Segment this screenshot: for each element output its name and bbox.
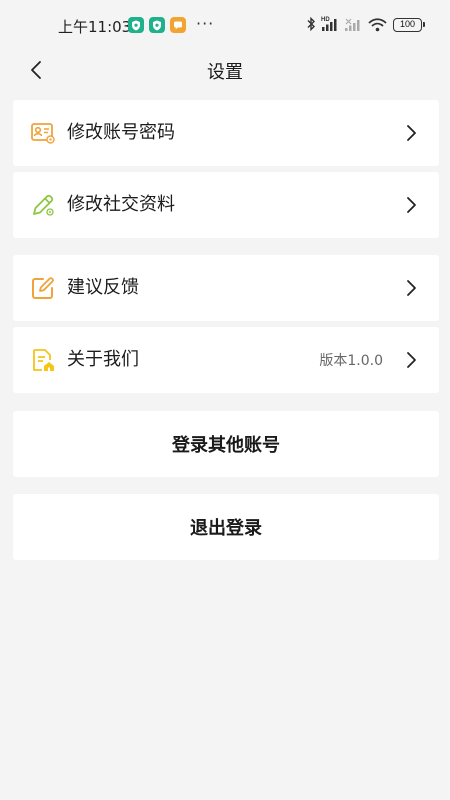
settings-item-about[interactable]: 关于我们 版本1.0.0 — [13, 327, 439, 393]
status-time: 上午11:03 — [58, 18, 132, 36]
status-bar: 上午11:03 ··· HD 100 — [0, 0, 450, 48]
chevron-right-icon — [407, 280, 416, 296]
shield-app-icon — [128, 17, 144, 33]
bluetooth-icon — [306, 16, 316, 36]
settings-group-account: 修改账号密码 — [13, 100, 439, 166]
settings-item-feedback[interactable]: 建议反馈 — [13, 255, 439, 321]
settings-item-change-password[interactable]: 修改账号密码 — [13, 100, 439, 166]
wifi-icon — [368, 17, 387, 36]
battery-indicator: 100 — [393, 18, 425, 32]
switch-account-button[interactable]: 登录其他账号 — [13, 411, 439, 477]
more-notifications-icon: ··· — [196, 14, 215, 33]
settings-item-label: 修改社交资料 — [67, 194, 175, 215]
shield-app-icon — [149, 17, 165, 33]
chevron-right-icon — [407, 352, 416, 368]
settings-group-feedback: 建议反馈 — [13, 255, 439, 321]
settings-group-social: 修改社交资料 — [13, 172, 439, 238]
svg-text:HD: HD — [321, 17, 330, 23]
document-home-icon — [33, 349, 54, 371]
id-card-icon — [31, 123, 55, 144]
message-app-icon — [170, 17, 186, 33]
settings-item-label: 修改账号密码 — [67, 122, 175, 143]
header: 设置 — [0, 48, 450, 92]
logout-button[interactable]: 退出登录 — [13, 494, 439, 560]
chevron-right-icon — [407, 197, 416, 213]
settings-item-edit-profile[interactable]: 修改社交资料 — [13, 172, 439, 238]
version-text: 版本1.0.0 — [319, 353, 383, 369]
signal-weak-icon — [344, 16, 362, 36]
page-title: 设置 — [207, 62, 243, 83]
signal-hd-icon: HD — [321, 15, 341, 36]
edit-note-icon — [32, 277, 54, 299]
settings-item-label: 关于我们 — [67, 349, 139, 370]
chevron-right-icon — [407, 125, 416, 141]
settings-group-about: 关于我们 版本1.0.0 — [13, 327, 439, 393]
pencil-icon — [33, 194, 54, 216]
settings-item-label: 建议反馈 — [67, 277, 139, 298]
